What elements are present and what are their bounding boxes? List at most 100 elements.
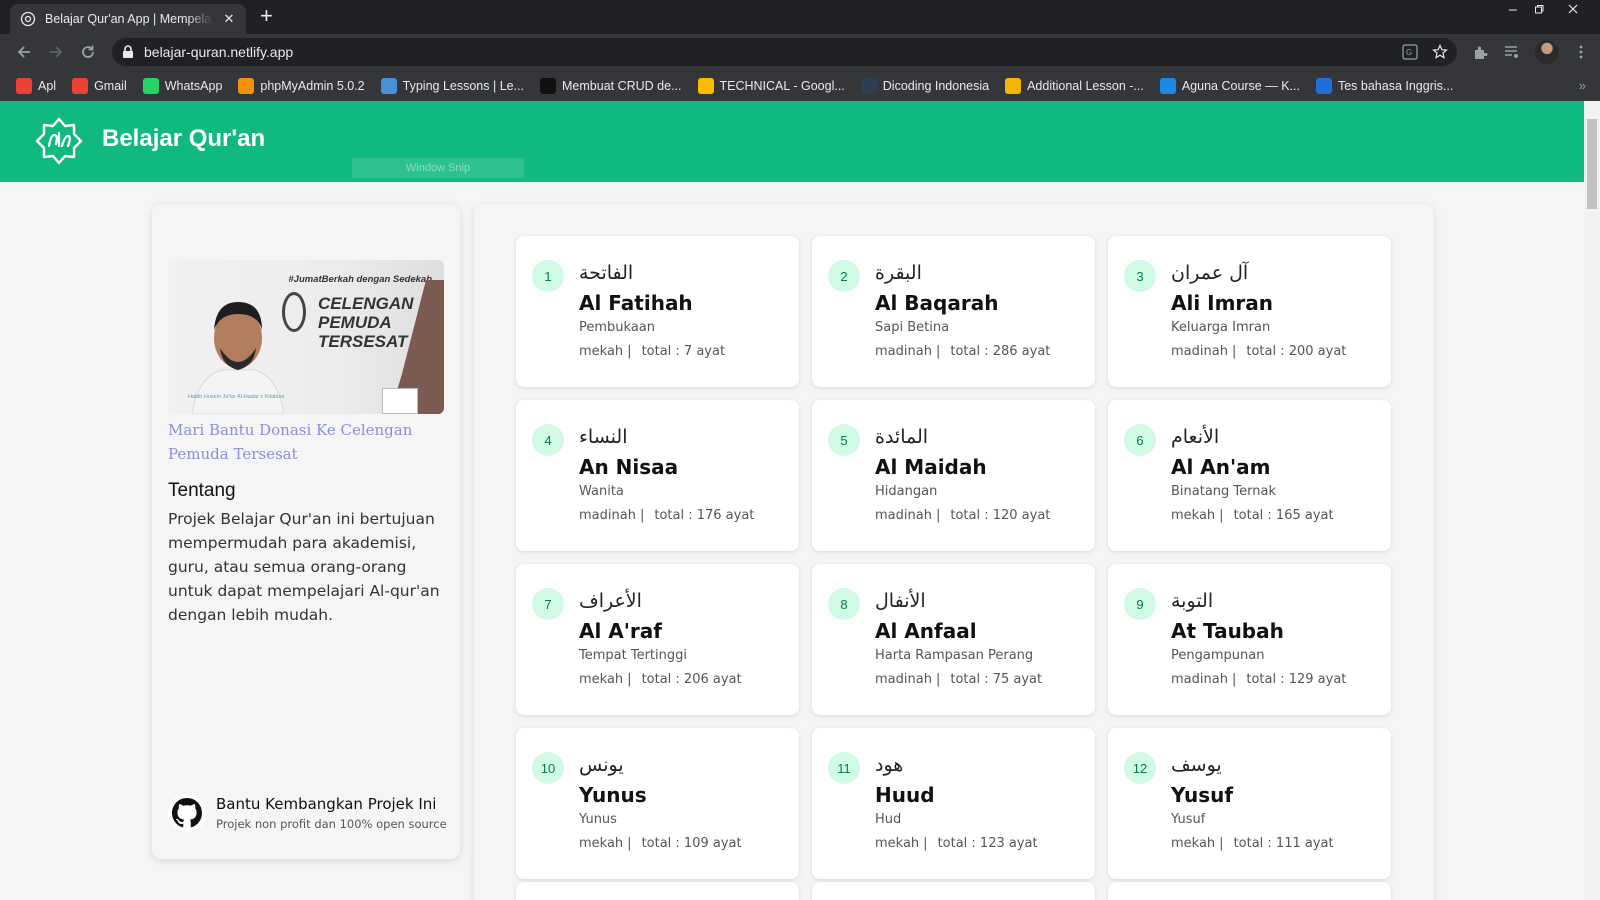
surah-card[interactable]: 10 يونس Yunus Yunus mekah | total : 109 ayat [516, 728, 799, 879]
surah-verse-total: total : 129 ayat [1246, 672, 1347, 687]
donation-link[interactable]: Mari Bantu Donasi Ke Celengan Pemuda Ter… [168, 418, 438, 466]
app-header: Belajar Qur'an Window Snip [0, 101, 1584, 182]
surah-latin-name: Al Fatihah [579, 291, 693, 315]
surah-card[interactable]: 4 النساء An Nisaa Wanita madinah | total : 176… [516, 400, 799, 551]
video-icon [540, 77, 557, 94]
surah-number-badge: 3 [1124, 260, 1156, 292]
banner-caption: Habib Husein Ja'far Al-Hadar x Kitabisa [188, 394, 285, 400]
surah-revelation-place: madinah [875, 672, 932, 687]
surah-card[interactable]: 6 الأنعام Al An'am Binatang Ternak mekah | tot… [1108, 400, 1391, 551]
browser-tab-strip: Belajar Qur'an App | Mempelajari Al-Qur'… [0, 0, 1600, 34]
new-tab-icon[interactable]: + [260, 5, 273, 27]
close-window-icon[interactable] [1560, 0, 1586, 18]
bookmark-label: Membuat CRUD de... [562, 78, 682, 93]
surah-card[interactable]: 12 يوسف Yusuf Yusuf mekah | total : 111 ayat [1108, 728, 1391, 879]
minimize-icon[interactable] [1500, 0, 1526, 18]
bookmark-item[interactable]: Dicoding Indonesia [860, 77, 989, 94]
surah-card[interactable]: 7 الأعراف Al A'raf Tempat Tertinggi mekah | to… [516, 564, 799, 715]
surah-card[interactable]: 5 المائدة Al Maidah Hidangan madinah | total :… [812, 400, 1095, 551]
surah-card[interactable]: 3 آل عمران Ali Imran Keluarga Imran madinah |… [1108, 236, 1391, 387]
bookmark-star-icon[interactable] [1432, 44, 1448, 60]
aguna-icon [1159, 77, 1176, 94]
bookmark-item[interactable]: Gmail [72, 77, 127, 94]
page-scrollbar[interactable] [1584, 101, 1600, 900]
bookmark-item[interactable]: Membuat CRUD de... [540, 77, 682, 94]
donation-banner-image[interactable]: #JumatBerkah dengan Sedekah CELENGAN PEM… [168, 260, 444, 414]
surah-number-badge: 7 [532, 588, 564, 620]
github-contribute-link[interactable]: Bantu Kembangkan Projek Ini Projek non p… [168, 794, 447, 832]
bookmark-label: TECHNICAL - Googl... [719, 78, 845, 93]
surah-revelation-place: madinah [1171, 672, 1228, 687]
surah-verse-total: total : 120 ayat [950, 508, 1051, 523]
surah-meta: mekah | total : 206 ayat [579, 672, 742, 687]
surah-number-badge: 4 [532, 424, 564, 456]
address-bar[interactable]: belajar-quran.netlify.app G [112, 38, 1457, 66]
translate-icon[interactable]: G [1402, 44, 1418, 60]
restore-icon[interactable] [1526, 0, 1552, 18]
tab-close-icon[interactable]: ✕ [222, 11, 236, 27]
site-favicon-icon [20, 11, 36, 27]
forward-arrow-icon[interactable] [46, 42, 66, 62]
meta-separator: | [1219, 836, 1224, 851]
surah-arabic-name: الأنفال [875, 590, 926, 612]
bookmark-item[interactable]: Aguna Course — K... [1159, 77, 1300, 94]
surah-latin-name: Yunus [579, 783, 647, 807]
surah-revelation-place: madinah [1171, 344, 1228, 359]
svg-text:G: G [1406, 48, 1412, 57]
surah-card-partial[interactable] [812, 882, 1095, 900]
bookmark-item[interactable]: Additional Lesson -... [1005, 77, 1144, 94]
github-title[interactable]: Bantu Kembangkan Projek Ini [216, 795, 447, 813]
surah-number-badge: 2 [828, 260, 860, 292]
surah-meta: madinah | total : 120 ayat [875, 508, 1050, 523]
scrollbar-thumb[interactable] [1587, 119, 1597, 209]
media-queue-icon[interactable] [1503, 43, 1521, 61]
surah-card[interactable]: 8 الأنفال Al Anfaal Harta Rampasan Perang ma… [812, 564, 1095, 715]
surah-meaning: Yusuf [1171, 812, 1206, 827]
bookmark-item[interactable]: Tes bahasa Inggris... [1315, 77, 1453, 94]
bookmark-item[interactable]: WhatsApp [142, 77, 222, 94]
browser-tab[interactable]: Belajar Qur'an App | Mempelajari Al-Qur'… [10, 4, 246, 34]
surah-number-badge: 6 [1124, 424, 1156, 456]
surah-arabic-name: البقرة [875, 262, 922, 284]
url-text[interactable]: belajar-quran.netlify.app [144, 44, 293, 60]
profile-avatar[interactable] [1535, 40, 1559, 64]
more-menu-icon[interactable] [1572, 43, 1590, 61]
tab-title: Belajar Qur'an App | Mempelajari Al-Qur'… [45, 12, 213, 26]
bookmark-item[interactable]: Apl [16, 77, 56, 94]
bookmark-label: Typing Lessons | Le... [402, 78, 525, 93]
bookmark-item[interactable]: Typing Lessons | Le... [380, 77, 525, 94]
surah-meaning: Harta Rampasan Perang [875, 648, 1034, 663]
bookmark-item[interactable]: phpMyAdmin 5.0.2 [238, 77, 365, 94]
surah-arabic-name: التوبة [1171, 590, 1214, 612]
surah-card-partial[interactable] [516, 882, 799, 900]
extensions-puzzle-icon[interactable] [1472, 43, 1490, 61]
surah-number-badge: 8 [828, 588, 860, 620]
surah-meaning: Hidangan [875, 484, 938, 499]
surah-meta: madinah | total : 176 ayat [579, 508, 754, 523]
github-subtitle: Projek non profit dan 100% open source [216, 817, 447, 831]
surah-card[interactable]: 11 هود Huud Hud mekah | total : 123 ayat [812, 728, 1095, 879]
meta-separator: | [639, 508, 645, 523]
meta-separator: | [935, 672, 941, 687]
apps-grid-icon [16, 77, 32, 94]
surah-latin-name: Al Baqarah [875, 291, 999, 315]
surah-card-partial[interactable] [1108, 882, 1391, 900]
surah-card[interactable]: 2 البقرة Al Baqarah Sapi Betina madinah | tota… [812, 236, 1095, 387]
meta-separator: | [1231, 672, 1237, 687]
quran-logo-icon[interactable] [34, 116, 84, 166]
bookmark-item[interactable]: TECHNICAL - Googl... [697, 77, 845, 94]
surah-revelation-place: mekah [579, 836, 624, 851]
surah-revelation-place: mekah [875, 836, 920, 851]
back-arrow-icon[interactable] [14, 42, 34, 62]
surah-verse-total: total : 200 ayat [1246, 344, 1347, 359]
app-title[interactable]: Belajar Qur'an [102, 125, 265, 153]
surah-card[interactable]: 9 التوبة At Taubah Pengampunan madinah | total… [1108, 564, 1391, 715]
reload-icon[interactable] [78, 42, 98, 62]
github-icon[interactable] [168, 794, 206, 832]
lock-icon[interactable] [122, 45, 134, 59]
ef-icon [1315, 77, 1332, 94]
surah-card[interactable]: 1 الفاتحة Al Fatihah Pembukaan mekah | total :… [516, 236, 799, 387]
bookmark-label: Gmail [94, 78, 127, 93]
surah-number-badge: 5 [828, 424, 860, 456]
bookmarks-overflow-icon[interactable]: » [1579, 78, 1586, 93]
